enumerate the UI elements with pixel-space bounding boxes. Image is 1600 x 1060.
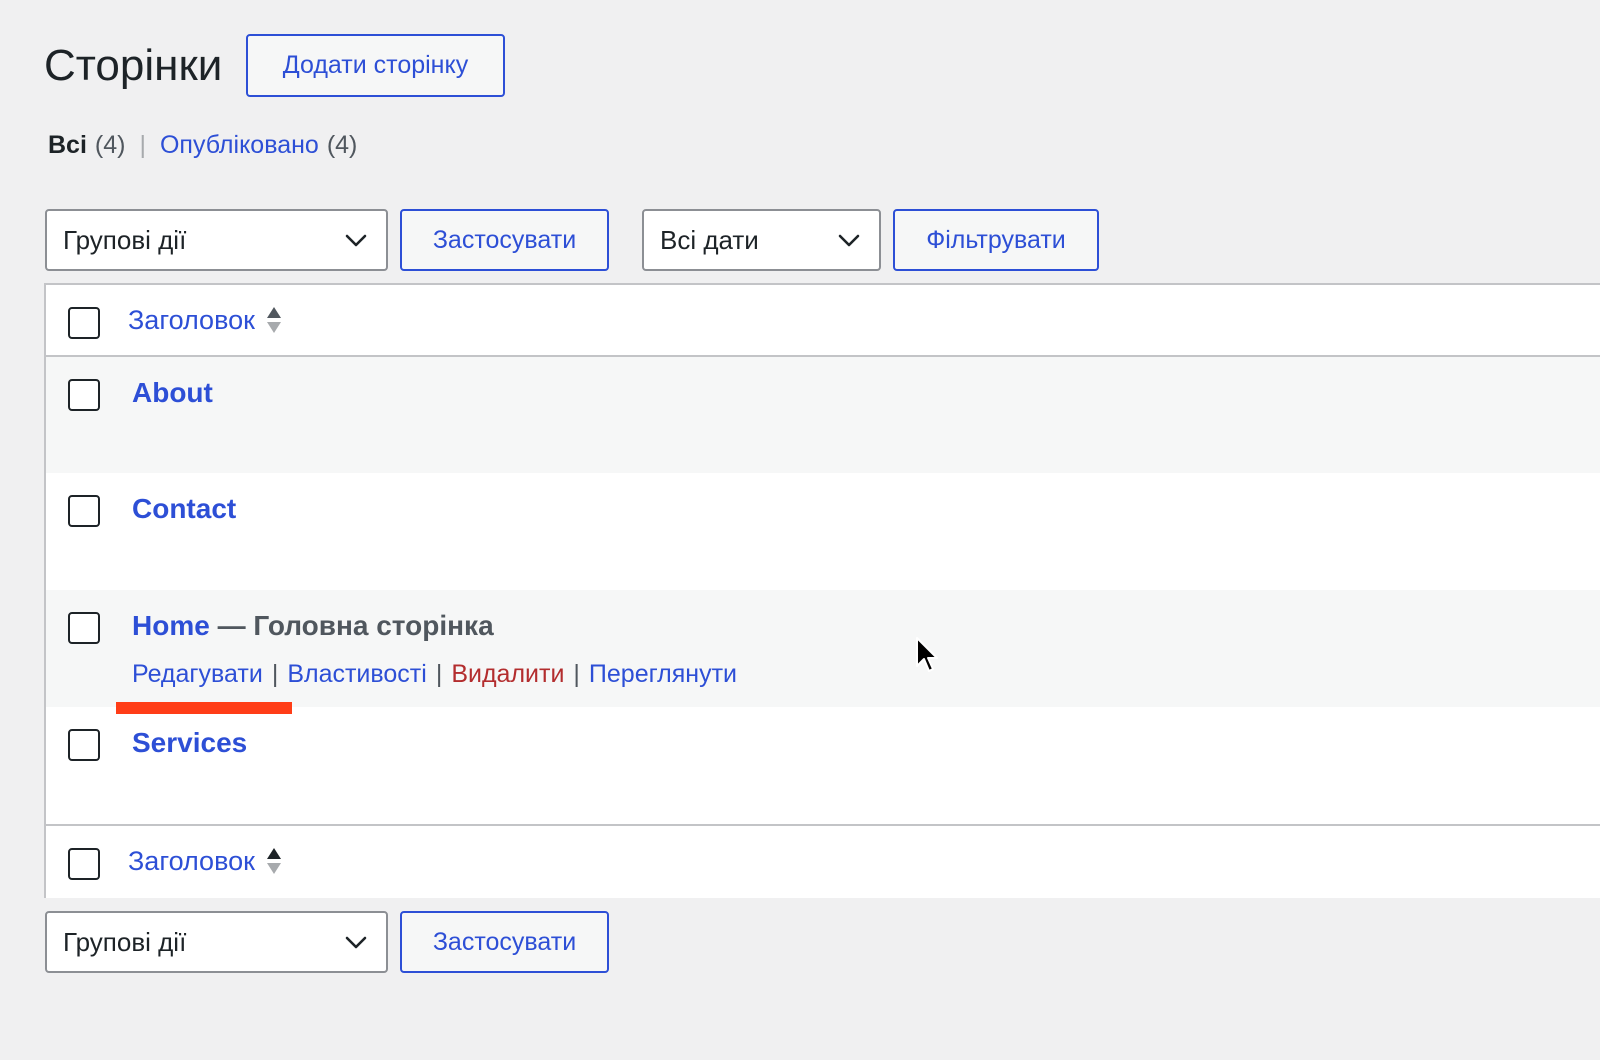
status-filters: Всі (4) | Опубліковано (4) bbox=[48, 128, 357, 162]
add-page-button[interactable]: Додати сторінку bbox=[246, 34, 505, 97]
view-link[interactable]: Переглянути bbox=[589, 660, 737, 688]
table-row: Home — Головна сторінка Редагувати | Власт… bbox=[46, 590, 1600, 707]
filter-all[interactable]: Всі bbox=[48, 128, 87, 162]
select-all-checkbox-footer[interactable] bbox=[68, 848, 100, 880]
bulk-actions-select-bottom[interactable]: Групові дії bbox=[45, 911, 388, 973]
table-footer-row: Заголовок bbox=[46, 824, 1600, 898]
dates-select-value: Всі дати bbox=[660, 224, 759, 255]
edit-link[interactable]: Редагувати bbox=[132, 660, 263, 688]
apply-button-top[interactable]: Застосувати bbox=[400, 209, 609, 271]
post-state: — Головна сторінка bbox=[209, 610, 494, 641]
filter-published[interactable]: Опубліковано bbox=[160, 128, 319, 162]
row-checkbox[interactable] bbox=[68, 612, 100, 644]
sort-arrows-icon bbox=[266, 848, 281, 874]
row-actions: Редагувати | Властивості | Видалити | Переглян… bbox=[132, 658, 737, 690]
pages-table: Заголовок About Contact Home — Головна с… bbox=[44, 283, 1600, 898]
bulk-actions-value: Групові дії bbox=[63, 224, 187, 255]
filter-separator: | bbox=[139, 131, 146, 159]
table-row: Contact bbox=[46, 473, 1600, 590]
page-title-link[interactable]: Home bbox=[132, 610, 210, 641]
filter-button[interactable]: Фільтрувати bbox=[893, 209, 1099, 271]
chevron-down-icon bbox=[345, 936, 367, 949]
filter-published-count: (4) bbox=[326, 131, 358, 159]
apply-button-bottom[interactable]: Застосувати bbox=[400, 911, 609, 973]
row-title: Home — Головна сторінка bbox=[132, 609, 494, 648]
select-all-checkbox[interactable] bbox=[68, 307, 100, 339]
table-row: Services bbox=[46, 707, 1600, 824]
action-separator: | bbox=[573, 660, 580, 688]
table-row: About bbox=[46, 357, 1600, 473]
dates-select[interactable]: Всі дати bbox=[642, 209, 881, 271]
highlight-underline bbox=[116, 702, 292, 714]
chevron-down-icon bbox=[838, 234, 860, 247]
row-title: Services bbox=[132, 726, 247, 765]
properties-link[interactable]: Властивості bbox=[287, 660, 427, 688]
sort-arrows-icon bbox=[266, 307, 281, 333]
action-separator: | bbox=[435, 660, 443, 688]
page-title-link[interactable]: About bbox=[132, 377, 213, 408]
mouse-pointer-icon bbox=[916, 637, 938, 672]
row-checkbox[interactable] bbox=[68, 495, 100, 527]
column-title-label: Заголовок bbox=[128, 305, 255, 335]
page-title: Сторінки bbox=[44, 41, 223, 90]
column-title-label: Заголовок bbox=[128, 846, 255, 876]
delete-link[interactable]: Видалити bbox=[451, 660, 564, 688]
filter-all-count: (4) bbox=[94, 131, 126, 159]
row-title: Contact bbox=[132, 492, 236, 531]
column-title-sort-footer[interactable]: Заголовок bbox=[128, 844, 283, 878]
action-separator: | bbox=[271, 660, 279, 688]
row-title: About bbox=[132, 376, 213, 415]
bulk-actions-select-top[interactable]: Групові дії bbox=[45, 209, 388, 271]
table-header-row: Заголовок bbox=[46, 285, 1600, 357]
row-checkbox[interactable] bbox=[68, 379, 100, 411]
chevron-down-icon bbox=[345, 234, 367, 247]
column-title-sort[interactable]: Заголовок bbox=[128, 303, 283, 337]
row-checkbox[interactable] bbox=[68, 729, 100, 761]
page-title-link[interactable]: Contact bbox=[132, 493, 236, 524]
page-title-link[interactable]: Services bbox=[132, 727, 247, 758]
bulk-actions-value: Групові дії bbox=[63, 926, 187, 957]
